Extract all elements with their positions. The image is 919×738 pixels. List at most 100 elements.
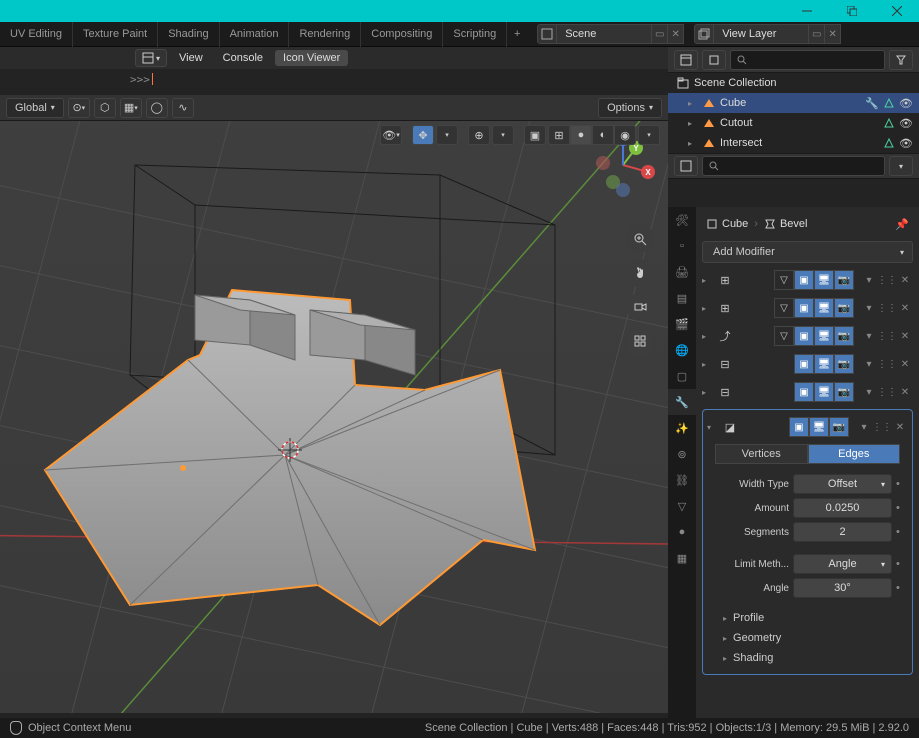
- tree-item-cube[interactable]: ▸ Cube 🔧 👁: [668, 93, 919, 113]
- add-modifier-dropdown[interactable]: Add Modifier: [702, 241, 913, 263]
- breadcrumb-modifier[interactable]: Bevel: [764, 218, 808, 230]
- axis-neg-z[interactable]: [616, 183, 630, 197]
- tab-output[interactable]: 🖨: [668, 259, 696, 285]
- add-workspace-button[interactable]: +: [507, 28, 527, 40]
- mod-render-toggle[interactable]: 📷: [834, 326, 854, 346]
- tab-material[interactable]: ●: [668, 519, 696, 545]
- perspective-toggle[interactable]: [626, 327, 654, 355]
- viewlayer-selector[interactable]: View Layer ▭ ✕: [694, 24, 841, 44]
- mod-viewport-toggle[interactable]: 🖥: [814, 354, 834, 374]
- mod-viewport-toggle[interactable]: 🖥: [814, 382, 834, 402]
- mod-menu[interactable]: ⋮⋮: [879, 270, 895, 290]
- properties-editor-type[interactable]: [674, 156, 698, 176]
- tab-uv-editing[interactable]: UV Editing: [0, 22, 73, 47]
- outliner-editor-type[interactable]: [674, 50, 698, 70]
- zoom-button[interactable]: [626, 225, 654, 253]
- mod-delete[interactable]: ✕: [892, 417, 908, 437]
- disable-icon[interactable]: [883, 117, 895, 129]
- tab-edges[interactable]: Edges: [808, 444, 901, 464]
- width-type-dropdown[interactable]: Offset: [793, 474, 892, 494]
- properties-options[interactable]: ▾: [889, 156, 913, 176]
- scene-delete-button[interactable]: ✕: [668, 24, 684, 44]
- tab-scripting[interactable]: Scripting: [443, 22, 507, 47]
- disable-icon[interactable]: [883, 97, 895, 109]
- modifier-row-1[interactable]: ▸ ⊞ ▽ ▣ 🖥 📷 ▾⋮⋮✕: [702, 269, 913, 291]
- minimize-button[interactable]: [784, 0, 829, 22]
- mod-viewport-toggle[interactable]: 🖥: [814, 298, 834, 318]
- xray-toggle[interactable]: ▣: [524, 125, 546, 145]
- expand-arrow[interactable]: ▸: [688, 139, 698, 148]
- axis-x[interactable]: X: [641, 165, 655, 179]
- scene-name-field[interactable]: Scene: [557, 24, 652, 44]
- mod-menu[interactable]: ⋮⋮: [879, 326, 895, 346]
- mod-cage-toggle[interactable]: ▣: [794, 354, 814, 374]
- mod-menu[interactable]: ⋮⋮: [874, 417, 890, 437]
- tab-world[interactable]: 🌐: [668, 337, 696, 363]
- pan-button[interactable]: [626, 259, 654, 287]
- menu-icon-viewer[interactable]: Icon Viewer: [275, 50, 348, 66]
- outliner-search[interactable]: [730, 50, 885, 70]
- options-dropdown[interactable]: Options▾: [598, 98, 662, 118]
- mod-delete[interactable]: ✕: [897, 270, 913, 290]
- mod-delete[interactable]: ✕: [897, 298, 913, 318]
- mod-cage-toggle[interactable]: ▣: [794, 382, 814, 402]
- shading-dropdown[interactable]: ▾: [638, 125, 660, 145]
- shading-material[interactable]: ◐: [592, 125, 614, 145]
- mod-delete[interactable]: ✕: [897, 354, 913, 374]
- overlay-toggle[interactable]: ⊕: [468, 125, 490, 145]
- modifier-row-4[interactable]: ▸ ⊟ ▣ 🖥 📷 ▾⋮⋮✕: [702, 353, 913, 375]
- anim-dot[interactable]: •: [896, 502, 904, 514]
- tab-animation[interactable]: Animation: [220, 22, 290, 47]
- subpanel-shading[interactable]: ▸Shading: [707, 648, 908, 668]
- mod-render-toggle[interactable]: 📷: [834, 270, 854, 290]
- tab-viewlayer[interactable]: ▤: [668, 285, 696, 311]
- outliner-filter[interactable]: [889, 50, 913, 70]
- close-button[interactable]: [874, 0, 919, 22]
- visibility-toggle[interactable]: 👁: [899, 117, 913, 130]
- tab-scene[interactable]: 🎬: [668, 311, 696, 337]
- 3d-viewport[interactable]: X Y Z: [0, 95, 668, 713]
- mod-delete[interactable]: ✕: [897, 382, 913, 402]
- shading-solid[interactable]: ●: [570, 125, 592, 145]
- tab-constraints[interactable]: ⛓: [668, 467, 696, 493]
- properties-search[interactable]: [702, 156, 885, 176]
- disable-icon[interactable]: [883, 137, 895, 149]
- modifier-row-5[interactable]: ▸ ⊟ ▣ 🖥 📷 ▾⋮⋮✕: [702, 381, 913, 403]
- mod-edit-toggle[interactable]: ▽: [774, 298, 794, 318]
- editor-type-dropdown[interactable]: ▾: [135, 49, 167, 67]
- mod-extras[interactable]: ▾: [861, 354, 877, 374]
- mod-edit-toggle[interactable]: ▽: [774, 326, 794, 346]
- visibility-dropdown[interactable]: 👁▾: [380, 125, 402, 145]
- mod-extras[interactable]: ▾: [861, 382, 877, 402]
- mod-cage-toggle[interactable]: ▣: [794, 270, 814, 290]
- mod-extras[interactable]: ▾: [861, 298, 877, 318]
- mod-delete[interactable]: ✕: [897, 326, 913, 346]
- scene-selector[interactable]: Scene ▭ ✕: [537, 24, 684, 44]
- tab-object[interactable]: ▢: [668, 363, 696, 389]
- mod-extras[interactable]: ▾: [856, 417, 872, 437]
- gizmo-toggle[interactable]: ✥: [412, 125, 434, 145]
- breadcrumb-object[interactable]: Cube: [706, 218, 748, 230]
- expand-arrow[interactable]: ▸: [688, 99, 698, 108]
- visibility-toggle[interactable]: 👁: [899, 97, 913, 110]
- amount-field[interactable]: 0.0250: [793, 498, 892, 518]
- mod-render-toggle[interactable]: 📷: [834, 382, 854, 402]
- anim-dot[interactable]: •: [896, 526, 904, 538]
- mod-viewport-toggle[interactable]: 🖥: [814, 270, 834, 290]
- orientation-dropdown[interactable]: Global▾: [6, 98, 64, 118]
- mod-viewport-toggle[interactable]: 🖥: [814, 326, 834, 346]
- angle-field[interactable]: 30°: [793, 578, 892, 598]
- modifier-row-2[interactable]: ▸ ⊞ ▽ ▣ 🖥 📷 ▾⋮⋮✕: [702, 297, 913, 319]
- tree-item-intersect[interactable]: ▸ Intersect 👁: [668, 133, 919, 153]
- mod-render-toggle[interactable]: 📷: [834, 298, 854, 318]
- subpanel-geometry[interactable]: ▸Geometry: [707, 628, 908, 648]
- segments-field[interactable]: 2: [793, 522, 892, 542]
- tab-data[interactable]: ▽: [668, 493, 696, 519]
- proportional-dropdown[interactable]: ∿: [172, 98, 194, 118]
- pin-icon[interactable]: 📌: [895, 218, 909, 231]
- camera-view-button[interactable]: [626, 293, 654, 321]
- mod-cage-toggle[interactable]: ▣: [794, 298, 814, 318]
- mod-extras[interactable]: ▾: [861, 326, 877, 346]
- tab-shading[interactable]: Shading: [158, 22, 219, 47]
- mod-menu[interactable]: ⋮⋮: [879, 382, 895, 402]
